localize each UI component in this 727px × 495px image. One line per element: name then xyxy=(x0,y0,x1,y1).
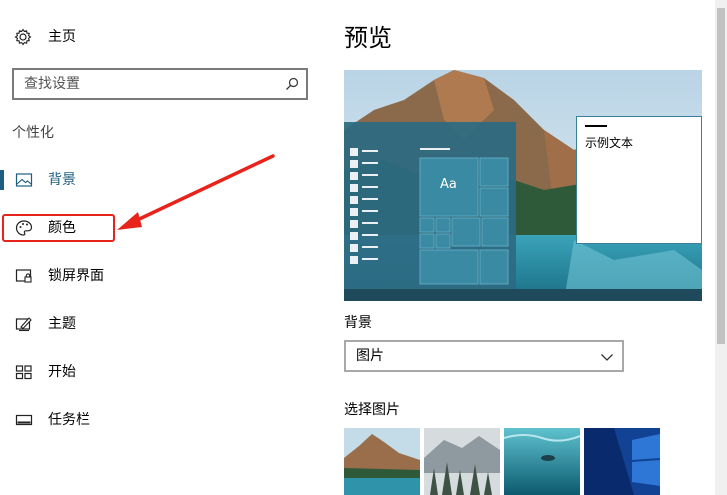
start-grid-icon xyxy=(15,365,32,380)
select-value: 图片 xyxy=(356,348,384,364)
settings-sidebar: 主页 个性化 背景 颜色 锁屏界面 xyxy=(0,0,320,495)
background-label: 背景 xyxy=(344,315,372,331)
thumbnail-image xyxy=(584,428,660,495)
search-input[interactable] xyxy=(24,74,274,94)
lock-screen-icon xyxy=(15,269,32,283)
scrollbar-thumb[interactable] xyxy=(717,8,725,344)
sample-text: 示例文本 xyxy=(585,136,634,150)
sample-window-titlebar xyxy=(585,125,607,127)
sidebar-item-taskbar[interactable]: 任务栏 xyxy=(0,402,300,438)
choose-picture-label: 选择图片 xyxy=(344,402,400,418)
sidebar-item-label: 任务栏 xyxy=(48,412,90,428)
theme-brush-icon xyxy=(15,317,32,332)
sidebar-item-start[interactable]: 开始 xyxy=(0,354,300,390)
page-title: 预览 xyxy=(344,24,392,52)
search-icon[interactable] xyxy=(284,76,300,92)
sidebar-item-label: 开始 xyxy=(48,364,76,380)
chevron-down-icon xyxy=(601,354,613,361)
background-type-select[interactable]: 图片 xyxy=(344,340,624,372)
picture-thumbnail-1[interactable] xyxy=(344,428,420,495)
home-nav-item[interactable]: 主页 xyxy=(0,22,300,52)
home-label: 主页 xyxy=(48,29,76,45)
preview-sample-window: 示例文本 xyxy=(576,116,702,244)
search-box[interactable] xyxy=(12,68,308,100)
preview-tile-label: Aa xyxy=(440,177,457,192)
gear-icon xyxy=(14,28,32,46)
picture-thumbnail-4[interactable] xyxy=(584,428,660,495)
sidebar-item-lock-screen[interactable]: 锁屏界面 xyxy=(0,258,300,294)
picture-thumbnail-3[interactable] xyxy=(504,428,580,495)
active-indicator xyxy=(0,170,4,190)
section-heading: 个性化 xyxy=(12,125,54,141)
preview-start-list xyxy=(350,148,509,285)
picture-thumbnail-2[interactable] xyxy=(424,428,500,495)
main-content: 预览 Aa 示例文本 背景 图片 选择图片 xyxy=(320,0,715,495)
sidebar-item-label: 锁屏界面 xyxy=(48,268,104,284)
sidebar-item-themes[interactable]: 主题 xyxy=(0,306,300,342)
thumbnail-image xyxy=(504,428,580,495)
taskbar-icon xyxy=(15,414,33,426)
sidebar-item-label: 主题 xyxy=(48,316,76,332)
thumbnail-image xyxy=(344,428,420,495)
vertical-scrollbar[interactable] xyxy=(715,0,727,495)
annotation-highlight-box xyxy=(2,214,115,242)
preview-taskbar xyxy=(344,289,702,301)
picture-icon xyxy=(15,173,33,187)
thumbnail-image xyxy=(424,428,500,495)
sidebar-item-label: 背景 xyxy=(48,172,76,188)
desktop-preview: Aa 示例文本 xyxy=(344,70,702,301)
sidebar-item-background[interactable]: 背景 xyxy=(0,162,300,198)
